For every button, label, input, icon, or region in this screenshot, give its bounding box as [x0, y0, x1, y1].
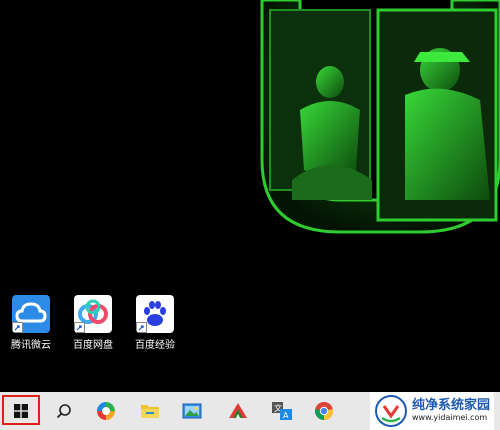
shortcut-arrow-icon — [74, 322, 85, 333]
wps-icon — [229, 403, 247, 418]
watermark-url: www.yidaimei.com — [411, 413, 488, 422]
app-image-viewer[interactable] — [172, 392, 212, 430]
folder-icon — [141, 405, 159, 418]
watermark-logo-icon — [374, 395, 407, 427]
desktop-icon-label: 百度网盘 — [73, 340, 113, 351]
weiyun-cloud-icon — [12, 295, 50, 333]
search-icon — [56, 404, 71, 419]
search-button[interactable] — [44, 392, 84, 430]
desktop-wallpaper — [0, 0, 500, 430]
app-wps[interactable] — [218, 392, 258, 430]
chrome[interactable] — [304, 392, 344, 430]
start-button[interactable] — [0, 392, 42, 430]
baidu-paw-icon — [136, 295, 174, 333]
app-translator[interactable]: 文 A — [262, 392, 302, 430]
watermark: 纯净系统家园 www.yidaimei.com — [369, 392, 494, 430]
picture-icon — [182, 403, 202, 419]
shortcut-arrow-icon — [12, 322, 23, 333]
chrome-icon — [314, 402, 334, 421]
file-explorer[interactable] — [130, 392, 170, 430]
colorful-circle-icon — [97, 402, 115, 420]
desktop-icon-baidu-netdisk[interactable]: 百度网盘 — [64, 295, 122, 351]
watermark-title: 纯净系统家园 — [411, 398, 490, 413]
desktop-icon-baidu-jingyan[interactable]: 百度经验 — [126, 295, 184, 351]
svg-text:A: A — [283, 411, 289, 420]
app-360-browser[interactable] — [86, 392, 126, 430]
baidu-netdisk-icon — [74, 295, 112, 333]
shortcut-arrow-icon — [136, 322, 147, 333]
start-button-highlight — [2, 395, 40, 425]
desktop-icon-label: 百度经验 — [135, 340, 175, 351]
desktop-icon-label: 腾讯微云 — [11, 340, 51, 351]
wallpaper-image — [0, 0, 500, 430]
translate-icon: 文 A — [272, 402, 292, 420]
desktop-icon-weiyun[interactable]: 腾讯微云 — [2, 295, 60, 351]
